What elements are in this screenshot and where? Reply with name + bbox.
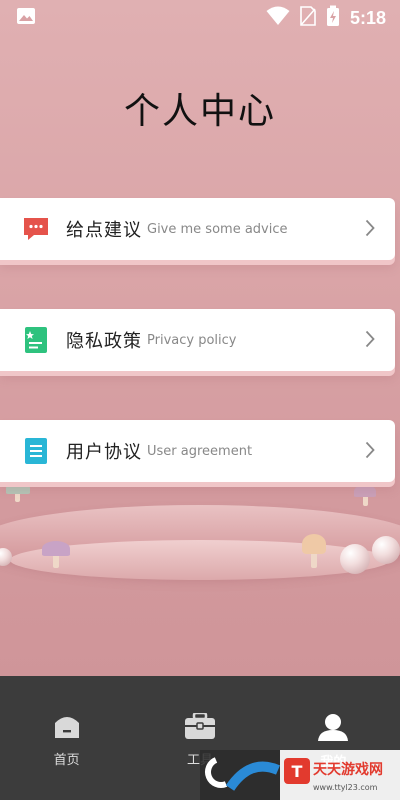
mushroom-cap: [354, 485, 376, 497]
chevron-right-icon: [365, 441, 375, 463]
menu-item-label: 用户协议: [66, 442, 142, 463]
mushroom-cap: [302, 534, 326, 554]
svg-text:T: T: [292, 762, 303, 781]
mushroom-cap: [6, 482, 30, 494]
menu-item-advice[interactable]: 给点建议 Give me some advice: [0, 198, 395, 260]
agreement-doc-icon: [23, 438, 49, 464]
menu-item-privacy[interactable]: 隐私政策 Privacy policy: [0, 309, 395, 371]
mushroom-cap: [42, 541, 70, 556]
chevron-right-icon: [365, 330, 375, 352]
menu-item-agreement[interactable]: 用户协议 User agreement: [0, 420, 395, 482]
status-time: 5:18: [349, 7, 386, 28]
pearl-decoration: [372, 536, 400, 564]
pearl-decoration: [340, 544, 370, 574]
menu-item-sublabel: User agreement: [147, 443, 253, 459]
toolbox-icon: [184, 711, 216, 743]
nav-label: 首页: [53, 753, 80, 768]
mushroom-stem: [311, 552, 317, 568]
no-sim-icon: [300, 6, 316, 30]
watermark-text: 天天游戏网: [313, 761, 383, 778]
status-bar: 5:18: [0, 0, 400, 36]
menu-item-sublabel: Privacy policy: [147, 332, 237, 348]
menu-item-label: 隐私政策: [66, 331, 142, 352]
page-title: 个人中心: [123, 91, 276, 132]
site-watermark: T 天天游戏网 www.ttyl23.com: [200, 748, 400, 800]
gallery-icon: [16, 6, 36, 30]
watermark-url: www.ttyl23.com: [313, 783, 378, 792]
chat-bubble-icon: [23, 216, 49, 242]
user-icon: [317, 713, 349, 745]
menu-item-sublabel: Give me some advice: [147, 221, 288, 237]
chevron-right-icon: [365, 219, 375, 241]
home-icon: [53, 713, 81, 743]
menu-item-label: 给点建议: [66, 220, 142, 241]
pearl-decoration: [0, 548, 12, 566]
nav-item-home[interactable]: 首页: [0, 676, 133, 800]
wifi-icon: [266, 6, 290, 30]
privacy-doc-icon: [23, 327, 49, 353]
battery-charging-icon: [326, 5, 340, 31]
